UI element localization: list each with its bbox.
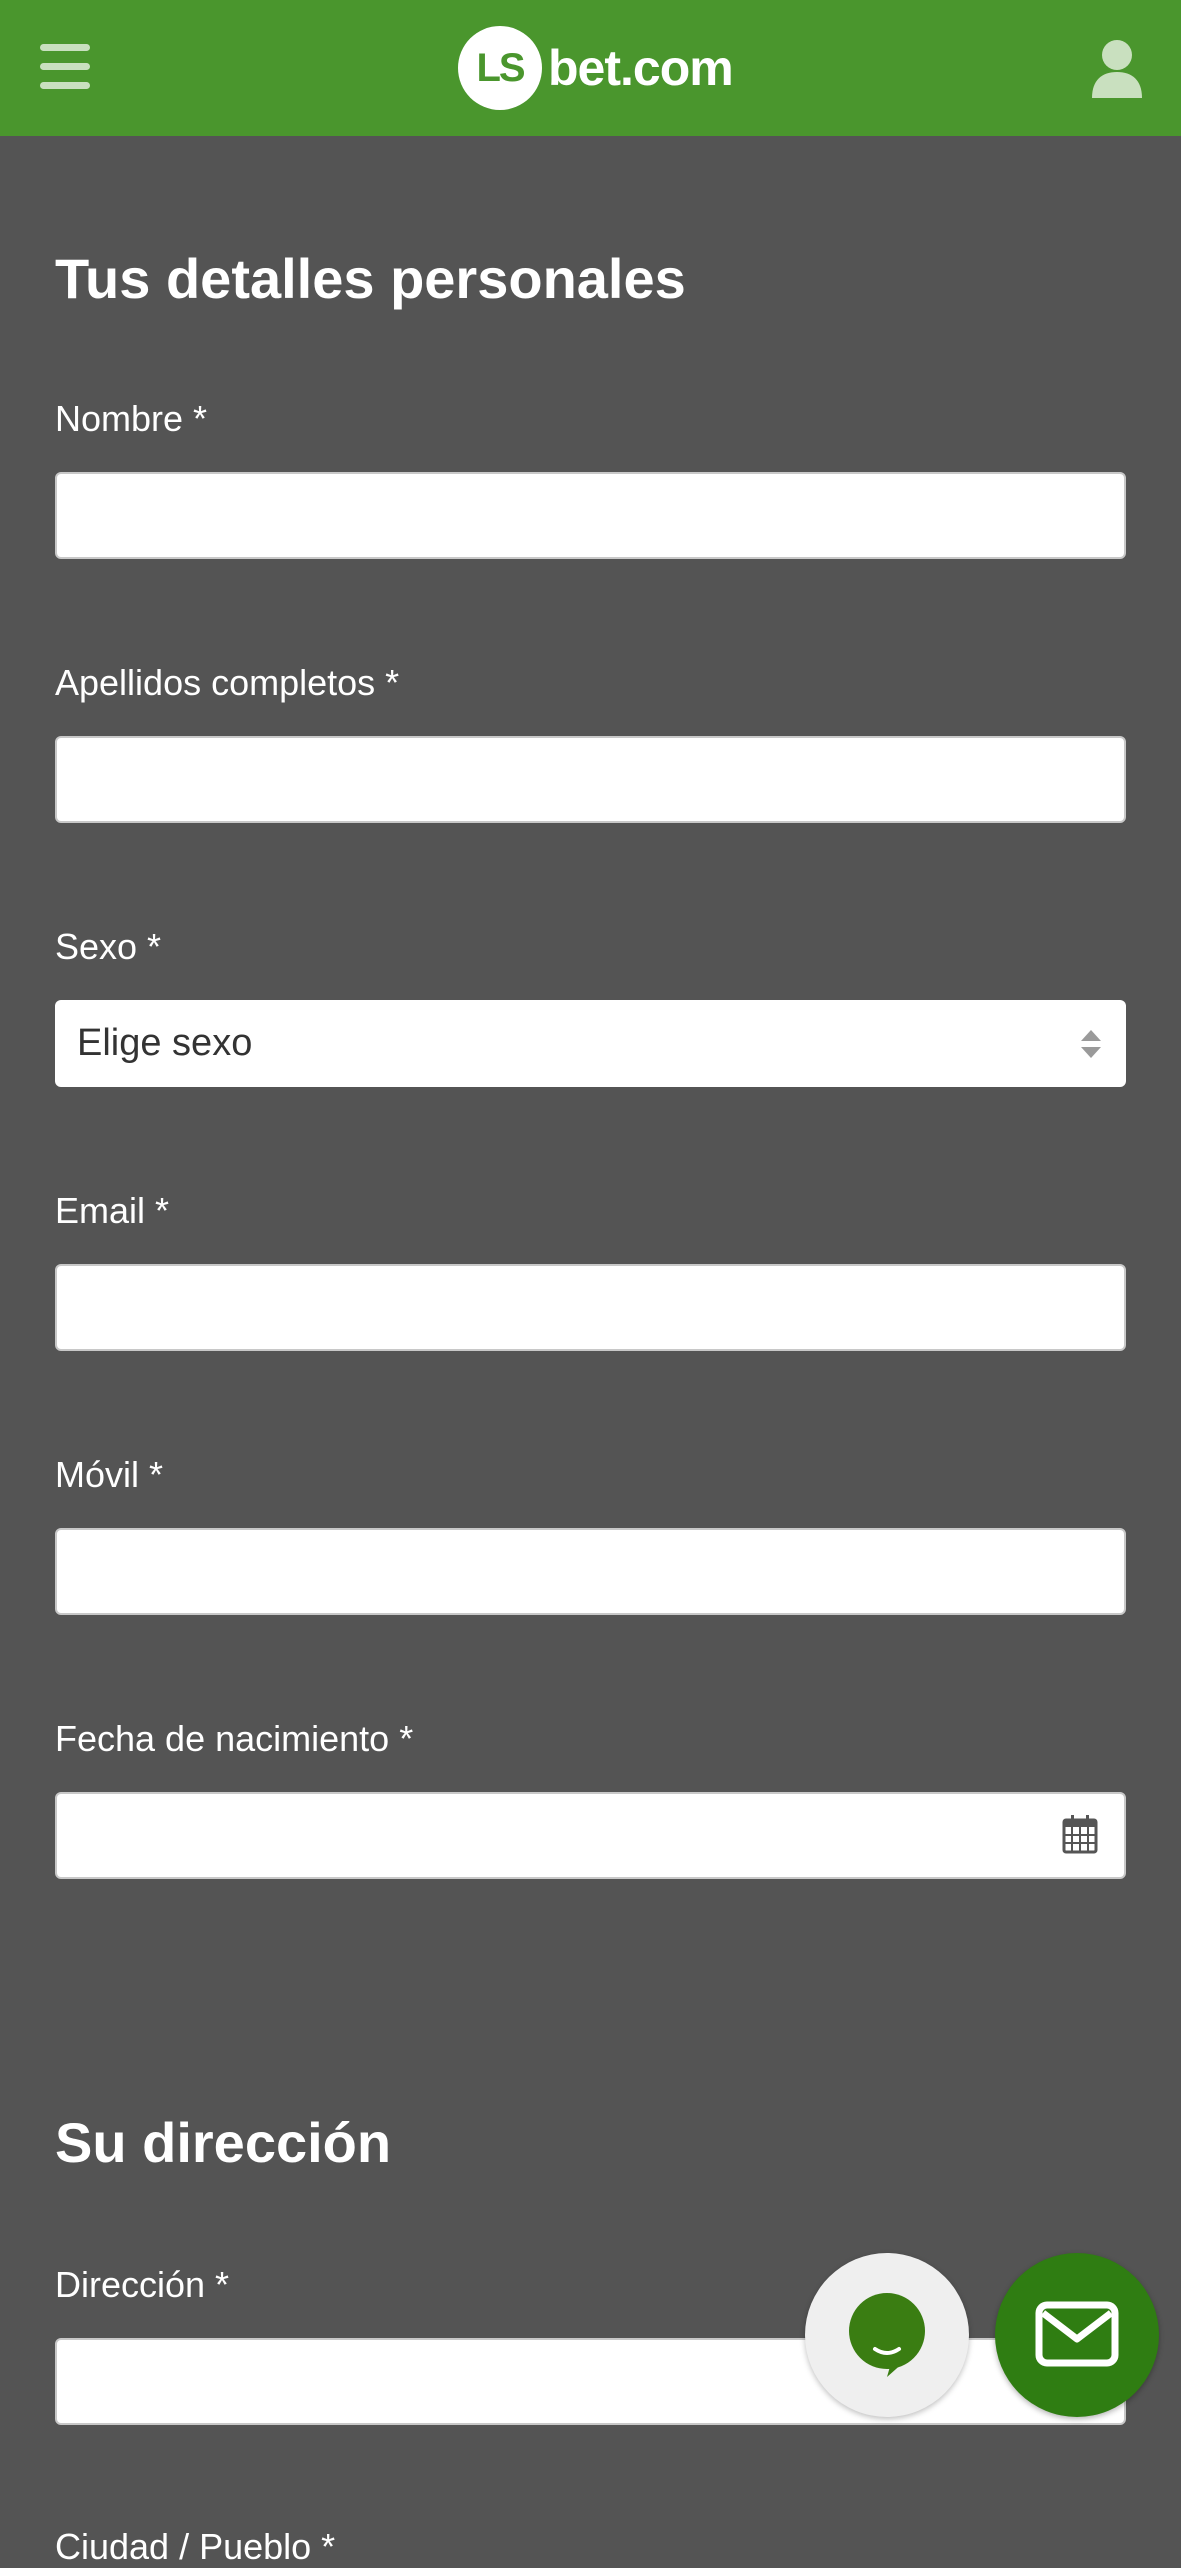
mobile-input[interactable] xyxy=(55,1528,1126,1615)
chat-bubble-icon xyxy=(849,2293,925,2377)
select-arrows-icon xyxy=(1081,1030,1101,1058)
contact-email-button[interactable] xyxy=(995,2253,1159,2417)
email-input[interactable] xyxy=(55,1264,1126,1351)
first-name-label: Nombre * xyxy=(55,398,208,439)
brand-logo[interactable]: LS bet.com xyxy=(458,24,734,112)
gender-select[interactable]: Elige sexo xyxy=(55,1000,1126,1087)
mobile-label: Móvil * xyxy=(55,1454,164,1495)
menu-line xyxy=(40,82,90,89)
first-name-input[interactable] xyxy=(55,472,1126,559)
user-account-button[interactable] xyxy=(1090,38,1144,98)
last-name-input[interactable] xyxy=(55,736,1126,823)
logo-text: bet.com xyxy=(548,40,734,96)
logo-badge: LS xyxy=(458,26,542,110)
address-title: Su dirección xyxy=(55,2111,392,2174)
gender-select-value: Elige sexo xyxy=(77,1022,253,1064)
street-label: Dirección * xyxy=(55,2264,230,2305)
birthdate-label: Fecha de nacimiento * xyxy=(55,1718,414,1759)
menu-line xyxy=(40,63,90,70)
calendar-icon[interactable] xyxy=(1062,1814,1098,1854)
email-label: Email * xyxy=(55,1190,170,1231)
envelope-icon xyxy=(1035,2301,1119,2367)
user-icon xyxy=(1092,40,1142,98)
personal-details-title: Tus detalles personales xyxy=(55,247,686,310)
menu-line xyxy=(40,44,90,51)
birthdate-input[interactable] xyxy=(55,1792,1126,1879)
top-header: LS bet.com xyxy=(0,0,1181,136)
city-label: Ciudad / Pueblo * xyxy=(55,2526,336,2567)
hamburger-menu-button[interactable] xyxy=(40,44,90,90)
last-name-label: Apellidos completos * xyxy=(55,662,400,703)
live-chat-button[interactable] xyxy=(805,2253,969,2417)
gender-label: Sexo * xyxy=(55,926,162,967)
